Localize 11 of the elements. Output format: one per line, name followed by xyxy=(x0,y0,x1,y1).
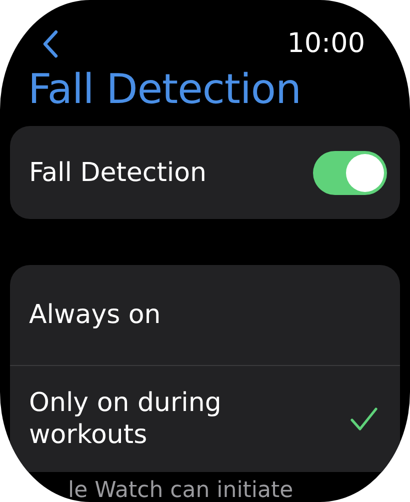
checkmark-icon xyxy=(350,407,378,431)
page-title: Fall Detection xyxy=(27,64,302,114)
toggle-switch[interactable] xyxy=(313,150,387,194)
option-label: Always on xyxy=(29,299,161,331)
back-button[interactable] xyxy=(42,30,58,58)
footer-text: le Watch can initiate xyxy=(67,480,294,502)
option-row[interactable]: Only on during workouts xyxy=(10,365,400,472)
clock-time: 10:00 xyxy=(287,28,365,60)
option-row[interactable]: Always on xyxy=(10,265,400,365)
option-label: Only on during workouts xyxy=(29,387,222,451)
setting-label: Fall Detection xyxy=(29,156,207,188)
